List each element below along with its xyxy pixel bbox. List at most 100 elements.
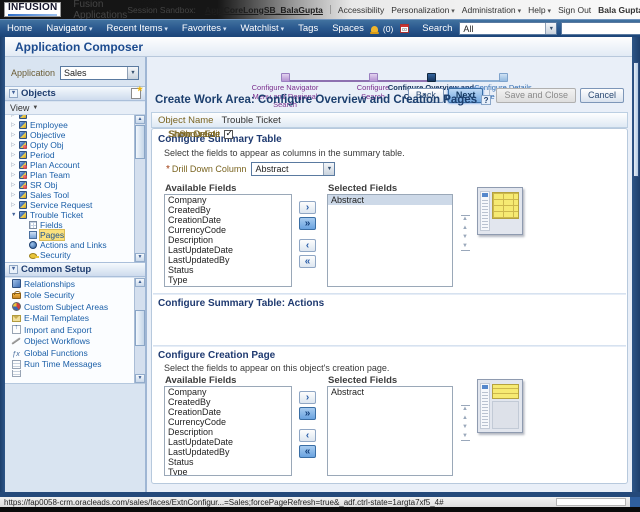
nav-menu-item[interactable]: Home	[0, 23, 39, 34]
tree-item[interactable]: Sales Tool	[5, 190, 134, 200]
window-scrollbar[interactable]	[633, 62, 639, 177]
session-sandbox-link[interactable]: ApplCoreLongSB_BalaGupta	[205, 5, 323, 15]
user-name[interactable]: Bala Gupta	[598, 5, 640, 15]
tree-child-item[interactable]: Pages	[5, 230, 134, 240]
tree-item[interactable]: Opty Obj	[5, 140, 134, 150]
chevron-down-icon[interactable]: ▼	[127, 67, 138, 79]
common-setup-item[interactable]: Global Functions	[5, 347, 134, 359]
calendar-icon[interactable]	[400, 24, 409, 33]
objects-panel-header[interactable]: ▾ Objects	[5, 86, 145, 101]
nav-menu-item[interactable]: Watchlist	[233, 23, 291, 34]
scroll-down-icon[interactable]: ▼	[135, 253, 145, 262]
expand-icon[interactable]	[11, 181, 19, 189]
common-setup-item[interactable]: Relationships	[5, 278, 134, 290]
tree-item[interactable]: SR Obj	[5, 180, 134, 190]
list-item[interactable]: Company	[165, 387, 291, 397]
move-right-button[interactable]	[299, 391, 316, 404]
common-setup-panel-header[interactable]: ▾ Common Setup	[5, 262, 145, 277]
list-item[interactable]: Status	[165, 265, 291, 275]
expand-icon[interactable]	[11, 115, 19, 119]
save-and-close-button[interactable]: Save and Close	[496, 88, 576, 103]
common-setup-item[interactable]: Import and Export	[5, 324, 134, 336]
expand-icon[interactable]	[11, 131, 19, 139]
cancel-button[interactable]: Cancel	[580, 88, 624, 103]
nav-menu-item[interactable]: Navigator	[39, 23, 99, 34]
global-header-link[interactable]: Sign Out	[558, 5, 591, 15]
list-item[interactable]: CreatedBy	[165, 205, 291, 215]
tree-item[interactable]: Objective	[5, 130, 134, 140]
chevron-down-icon[interactable]: ▼	[323, 163, 334, 175]
common-setup-scrollbar[interactable]: ▲ ▼	[134, 278, 145, 383]
common-setup-item[interactable]	[5, 370, 134, 382]
view-menu[interactable]: View ▼	[5, 102, 145, 115]
new-object-icon[interactable]	[131, 88, 141, 99]
list-item[interactable]: LastUpdatedBy	[165, 447, 291, 457]
train-step-marker[interactable]	[427, 73, 436, 82]
list-item[interactable]: Description	[165, 235, 291, 245]
help-icon[interactable]: ?	[481, 95, 491, 105]
checkbox[interactable]	[224, 130, 233, 139]
expand-icon[interactable]	[11, 191, 19, 199]
move-up-icon[interactable]: ▲	[461, 225, 470, 232]
tree-item[interactable]: Plan Account	[5, 160, 134, 170]
list-item[interactable]: Description	[165, 427, 291, 437]
scroll-up-icon[interactable]: ▲	[135, 278, 145, 287]
tree-child-item[interactable]: Security	[5, 250, 134, 260]
train-step-marker[interactable]	[369, 73, 378, 82]
list-item[interactable]: Type	[165, 467, 291, 476]
list-item[interactable]: CreatedBy	[165, 397, 291, 407]
summary-available-fields-list[interactable]: CompanyCreatedByCreationDateCurrencyCode…	[164, 194, 292, 287]
search-scope-select[interactable]: All ▼	[459, 22, 557, 35]
common-setup-item[interactable]: Role Security	[5, 290, 134, 302]
train-step-marker[interactable]	[281, 73, 290, 82]
common-setup-item[interactable]: Run Time Messages	[5, 359, 134, 371]
list-item[interactable]: Abstract	[328, 195, 452, 205]
nav-menu-item[interactable]: Spaces	[325, 23, 371, 34]
list-item[interactable]: LastUpdateDate	[165, 437, 291, 447]
tree-item[interactable]: Trouble Ticket	[5, 210, 134, 220]
nav-menu-item[interactable]: Recent Items	[99, 23, 174, 34]
global-header-link[interactable]: Accessibility	[338, 5, 384, 15]
move-to-bottom-icon[interactable]: ▼	[461, 433, 470, 441]
move-to-bottom-icon[interactable]: ▼	[461, 243, 470, 251]
scroll-down-icon[interactable]: ▼	[135, 374, 145, 383]
list-item[interactable]: CurrencyCode	[165, 417, 291, 427]
expand-icon[interactable]	[11, 151, 19, 159]
tree-child-item[interactable]: Fields	[5, 220, 134, 230]
common-setup-item[interactable]: E-Mail Templates	[5, 313, 134, 325]
common-setup-item[interactable]: Object Workflows	[5, 336, 134, 348]
list-item[interactable]: CreationDate	[165, 407, 291, 417]
global-header-link[interactable]: Personalization	[391, 5, 455, 15]
move-right-button[interactable]	[299, 201, 316, 214]
list-item[interactable]: Company	[165, 195, 291, 205]
creation-selected-fields-list[interactable]: Abstract	[327, 386, 453, 476]
tree-child-item[interactable]: Actions and Links	[5, 240, 134, 250]
nav-menu-item[interactable]: Favorites	[175, 23, 234, 34]
move-left-button[interactable]	[299, 429, 316, 442]
train-step-marker[interactable]	[499, 73, 508, 82]
tree-item[interactable]: Period	[5, 150, 134, 160]
list-item[interactable]: Abstract	[328, 387, 452, 397]
move-all-right-button[interactable]	[299, 407, 316, 420]
expand-icon[interactable]	[11, 161, 19, 169]
move-to-top-icon[interactable]: ▲	[461, 405, 470, 413]
scroll-up-icon[interactable]: ▲	[135, 115, 145, 124]
expand-icon[interactable]	[11, 171, 19, 179]
list-item[interactable]: LastUpdatedBy	[165, 255, 291, 265]
application-select[interactable]: Sales ▼	[60, 66, 139, 80]
move-to-top-icon[interactable]: ▲	[461, 215, 470, 223]
expand-icon[interactable]	[11, 141, 19, 149]
expand-icon[interactable]	[11, 121, 19, 129]
move-all-right-button[interactable]	[299, 217, 316, 230]
move-left-button[interactable]	[299, 239, 316, 252]
collapse-icon[interactable]: ▾	[9, 89, 18, 98]
notifications-bell-icon[interactable]	[371, 26, 378, 32]
tree-item[interactable]: Employee	[5, 120, 134, 130]
expand-icon[interactable]	[11, 201, 19, 209]
tree-item[interactable]: Service Request	[5, 200, 134, 210]
move-down-icon[interactable]: ▼	[461, 424, 470, 431]
global-header-link[interactable]: Administration	[462, 5, 521, 15]
list-item[interactable]: Type	[165, 275, 291, 285]
scrollbar-thumb[interactable]	[135, 125, 145, 159]
drill-down-column-select[interactable]: Abstract ▼	[251, 162, 335, 176]
